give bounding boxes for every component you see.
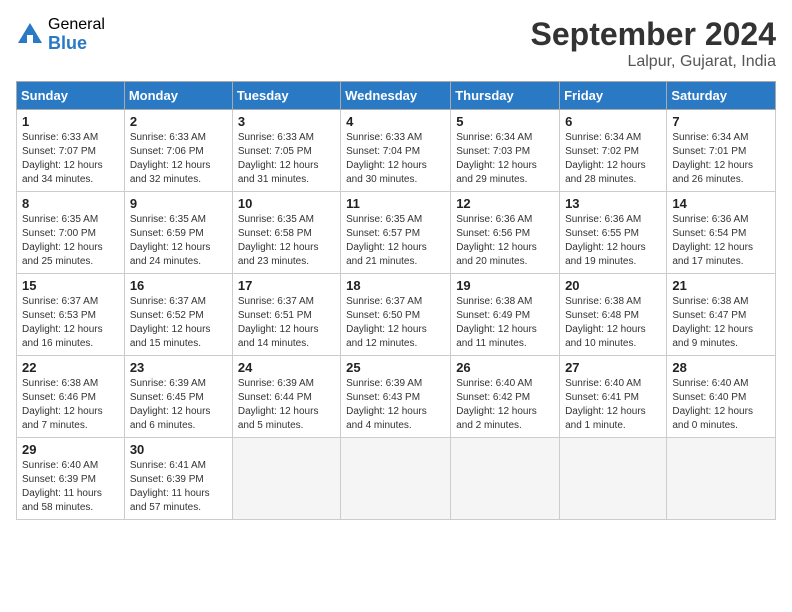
- month-title: September 2024: [531, 16, 776, 53]
- page-header: General Blue September 2024 Lalpur, Guja…: [16, 16, 776, 71]
- calendar-header: Sunday Monday Tuesday Wednesday Thursday…: [17, 82, 776, 110]
- calendar-body: 1 Sunrise: 6:33 AMSunset: 7:07 PMDayligh…: [17, 110, 776, 520]
- empty-cell-4: [560, 438, 667, 520]
- col-sunday: Sunday: [17, 82, 125, 110]
- day-12: 12 Sunrise: 6:36 AMSunset: 6:56 PMDaylig…: [451, 192, 560, 274]
- week-row-1: 1 Sunrise: 6:33 AMSunset: 7:07 PMDayligh…: [17, 110, 776, 192]
- col-monday: Monday: [124, 82, 232, 110]
- day-13: 13 Sunrise: 6:36 AMSunset: 6:55 PMDaylig…: [560, 192, 667, 274]
- day-18: 18 Sunrise: 6:37 AMSunset: 6:50 PMDaylig…: [341, 274, 451, 356]
- day-25: 25 Sunrise: 6:39 AMSunset: 6:43 PMDaylig…: [341, 356, 451, 438]
- col-thursday: Thursday: [451, 82, 560, 110]
- day-16: 16 Sunrise: 6:37 AMSunset: 6:52 PMDaylig…: [124, 274, 232, 356]
- logo-text: General Blue: [48, 16, 105, 53]
- day-3: 3 Sunrise: 6:33 AMSunset: 7:05 PMDayligh…: [232, 110, 340, 192]
- calendar-table: Sunday Monday Tuesday Wednesday Thursday…: [16, 81, 776, 520]
- day-19: 19 Sunrise: 6:38 AMSunset: 6:49 PMDaylig…: [451, 274, 560, 356]
- empty-cell-1: [232, 438, 340, 520]
- day-4: 4 Sunrise: 6:33 AMSunset: 7:04 PMDayligh…: [341, 110, 451, 192]
- day-23: 23 Sunrise: 6:39 AMSunset: 6:45 PMDaylig…: [124, 356, 232, 438]
- week-row-3: 15 Sunrise: 6:37 AMSunset: 6:53 PMDaylig…: [17, 274, 776, 356]
- day-17: 17 Sunrise: 6:37 AMSunset: 6:51 PMDaylig…: [232, 274, 340, 356]
- day-8: 8 Sunrise: 6:35 AMSunset: 7:00 PMDayligh…: [17, 192, 125, 274]
- week-row-5: 29 Sunrise: 6:40 AMSunset: 6:39 PMDaylig…: [17, 438, 776, 520]
- empty-cell-5: [667, 438, 776, 520]
- day-28: 28 Sunrise: 6:40 AMSunset: 6:40 PMDaylig…: [667, 356, 776, 438]
- day-14: 14 Sunrise: 6:36 AMSunset: 6:54 PMDaylig…: [667, 192, 776, 274]
- day-30: 30 Sunrise: 6:41 AMSunset: 6:39 PMDaylig…: [124, 438, 232, 520]
- day-10: 10 Sunrise: 6:35 AMSunset: 6:58 PMDaylig…: [232, 192, 340, 274]
- col-saturday: Saturday: [667, 82, 776, 110]
- day-20: 20 Sunrise: 6:38 AMSunset: 6:48 PMDaylig…: [560, 274, 667, 356]
- col-friday: Friday: [560, 82, 667, 110]
- day-22: 22 Sunrise: 6:38 AMSunset: 6:46 PMDaylig…: [17, 356, 125, 438]
- day-1: 1 Sunrise: 6:33 AMSunset: 7:07 PMDayligh…: [17, 110, 125, 192]
- day-26: 26 Sunrise: 6:40 AMSunset: 6:42 PMDaylig…: [451, 356, 560, 438]
- empty-cell-3: [451, 438, 560, 520]
- week-row-2: 8 Sunrise: 6:35 AMSunset: 7:00 PMDayligh…: [17, 192, 776, 274]
- logo-icon: [16, 21, 44, 49]
- day-11: 11 Sunrise: 6:35 AMSunset: 6:57 PMDaylig…: [341, 192, 451, 274]
- empty-cell-2: [341, 438, 451, 520]
- col-tuesday: Tuesday: [232, 82, 340, 110]
- day-2: 2 Sunrise: 6:33 AMSunset: 7:06 PMDayligh…: [124, 110, 232, 192]
- title-block: September 2024 Lalpur, Gujarat, India: [531, 16, 776, 71]
- logo-blue: Blue: [48, 34, 105, 54]
- day-5: 5 Sunrise: 6:34 AMSunset: 7:03 PMDayligh…: [451, 110, 560, 192]
- day-15: 15 Sunrise: 6:37 AMSunset: 6:53 PMDaylig…: [17, 274, 125, 356]
- day-24: 24 Sunrise: 6:39 AMSunset: 6:44 PMDaylig…: [232, 356, 340, 438]
- day-6: 6 Sunrise: 6:34 AMSunset: 7:02 PMDayligh…: [560, 110, 667, 192]
- location-subtitle: Lalpur, Gujarat, India: [531, 53, 776, 71]
- week-row-4: 22 Sunrise: 6:38 AMSunset: 6:46 PMDaylig…: [17, 356, 776, 438]
- day-9: 9 Sunrise: 6:35 AMSunset: 6:59 PMDayligh…: [124, 192, 232, 274]
- day-7: 7 Sunrise: 6:34 AMSunset: 7:01 PMDayligh…: [667, 110, 776, 192]
- day-29: 29 Sunrise: 6:40 AMSunset: 6:39 PMDaylig…: [17, 438, 125, 520]
- day-21: 21 Sunrise: 6:38 AMSunset: 6:47 PMDaylig…: [667, 274, 776, 356]
- logo-general: General: [48, 16, 105, 34]
- logo: General Blue: [16, 16, 105, 53]
- col-wednesday: Wednesday: [341, 82, 451, 110]
- day-27: 27 Sunrise: 6:40 AMSunset: 6:41 PMDaylig…: [560, 356, 667, 438]
